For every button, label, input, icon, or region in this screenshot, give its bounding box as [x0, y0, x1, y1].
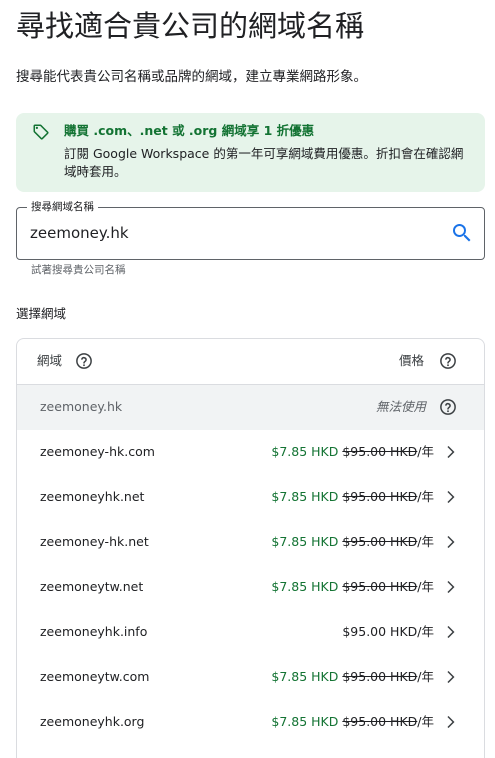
domain-price: $7.85 HKD $95.00 HKD/年	[271, 668, 434, 686]
price-period: /年	[417, 579, 434, 594]
chevron-right-icon[interactable]	[441, 668, 459, 686]
domain-price: $7.85 HKD $95.00 HKD/年	[271, 488, 434, 506]
price-period: /年	[417, 444, 434, 459]
domain-name: zeemoneyhk.net	[40, 489, 145, 504]
table-row-unavailable: zeemoney.hk 無法使用	[17, 385, 484, 430]
section-label: 選擇網域	[16, 306, 67, 321]
help-icon[interactable]	[439, 352, 457, 370]
search-helper-text: 試著搜尋貴公司名稱	[31, 264, 126, 276]
column-header-price: 價格	[399, 353, 425, 368]
help-icon[interactable]	[439, 398, 457, 416]
price-period: /年	[417, 714, 434, 729]
sale-price: $7.85 HKD	[271, 534, 339, 549]
search-field-label: 搜尋網域名稱	[27, 200, 98, 214]
help-icon[interactable]	[75, 352, 93, 370]
domain-price: $7.85 HKD $95.00 HKD/年	[271, 713, 434, 731]
chevron-right-icon[interactable]	[441, 533, 459, 551]
domain-price: $7.85 HKD $95.00 HKD/年	[271, 578, 434, 596]
page-title: 尋找適合貴公司的網域名稱	[16, 9, 365, 43]
domain-name: zeemoney-hk.net	[40, 534, 149, 549]
price-period: /年	[417, 624, 434, 639]
chevron-right-icon[interactable]	[441, 623, 459, 641]
sale-price: $7.85 HKD	[271, 714, 339, 729]
domain-name: zeemoneyhk.org	[40, 714, 145, 729]
promo-title: 購買 .com、.net 或 .org 網域享 1 折優惠	[64, 123, 315, 138]
table-row[interactable]: zeemoneyhk.info $95.00 HKD/年	[17, 610, 484, 655]
domain-name: zeemoneytw.net	[40, 579, 144, 594]
regular-price: $95.00 HKD	[342, 624, 418, 639]
table-row[interactable]: zeemoneytw.com $7.85 HKD $95.00 HKD/年	[17, 655, 484, 700]
promo-banner: 購買 .com、.net 或 .org 網域享 1 折優惠 訂閱 Google …	[16, 113, 485, 192]
table-row[interactable]: zeemoney-hk.com $7.85 HKD $95.00 HKD/年	[17, 430, 484, 475]
original-price: $95.00 HKD	[342, 579, 418, 594]
page-subtitle: 搜尋能代表貴公司名稱或品牌的網域，建立專業網路形象。	[16, 69, 367, 85]
table-row[interactable]: zeemoneyhk.org $7.85 HKD $95.00 HKD/年	[17, 700, 484, 745]
price-period: /年	[417, 669, 434, 684]
domain-name: zeemoneytw.com	[40, 669, 150, 684]
sale-price: $7.85 HKD	[271, 444, 339, 459]
table-row[interactable]: zeemoneyhk.net $7.85 HKD $95.00 HKD/年	[17, 475, 484, 520]
chevron-right-icon[interactable]	[441, 443, 459, 461]
domain-price: $95.00 HKD/年	[342, 623, 434, 641]
chevron-right-icon[interactable]	[441, 713, 459, 731]
original-price: $95.00 HKD	[342, 444, 418, 459]
original-price: $95.00 HKD	[342, 714, 418, 729]
search-icon[interactable]	[450, 221, 474, 245]
domain-name: zeemoney-hk.com	[40, 444, 155, 459]
domain-name: zeemoney.hk	[40, 399, 123, 414]
promo-description: 訂閱 Google Workspace 的第一年可享網域費用優惠。折扣會在確認網…	[64, 146, 464, 179]
chevron-right-icon[interactable]	[441, 488, 459, 506]
original-price: $95.00 HKD	[342, 669, 418, 684]
chevron-right-icon[interactable]	[441, 578, 459, 596]
domain-search-input[interactable]	[30, 220, 430, 246]
domain-name: zeemoneyhk.info	[40, 624, 148, 639]
price-period: /年	[417, 489, 434, 504]
sale-price: $7.85 HKD	[271, 489, 339, 504]
original-price: $95.00 HKD	[342, 489, 418, 504]
tag-icon	[33, 124, 49, 140]
domain-table: 網域 價格 zeemoney.hk 無法使用 zeemoney-hk.com $…	[16, 338, 485, 758]
price-period: /年	[417, 534, 434, 549]
column-header-domain: 網域	[37, 353, 63, 368]
sale-price: $7.85 HKD	[271, 579, 339, 594]
unavailable-status: 無法使用	[375, 399, 426, 414]
table-row[interactable]: zeemoney-hk.net $7.85 HKD $95.00 HKD/年	[17, 520, 484, 565]
domain-price: $7.85 HKD $95.00 HKD/年	[271, 533, 434, 551]
domain-price: $7.85 HKD $95.00 HKD/年	[271, 443, 434, 461]
table-row[interactable]: zeemoneytw.net $7.85 HKD $95.00 HKD/年	[17, 565, 484, 610]
table-header: 網域 價格	[17, 339, 484, 385]
sale-price: $7.85 HKD	[271, 669, 339, 684]
original-price: $95.00 HKD	[342, 534, 418, 549]
